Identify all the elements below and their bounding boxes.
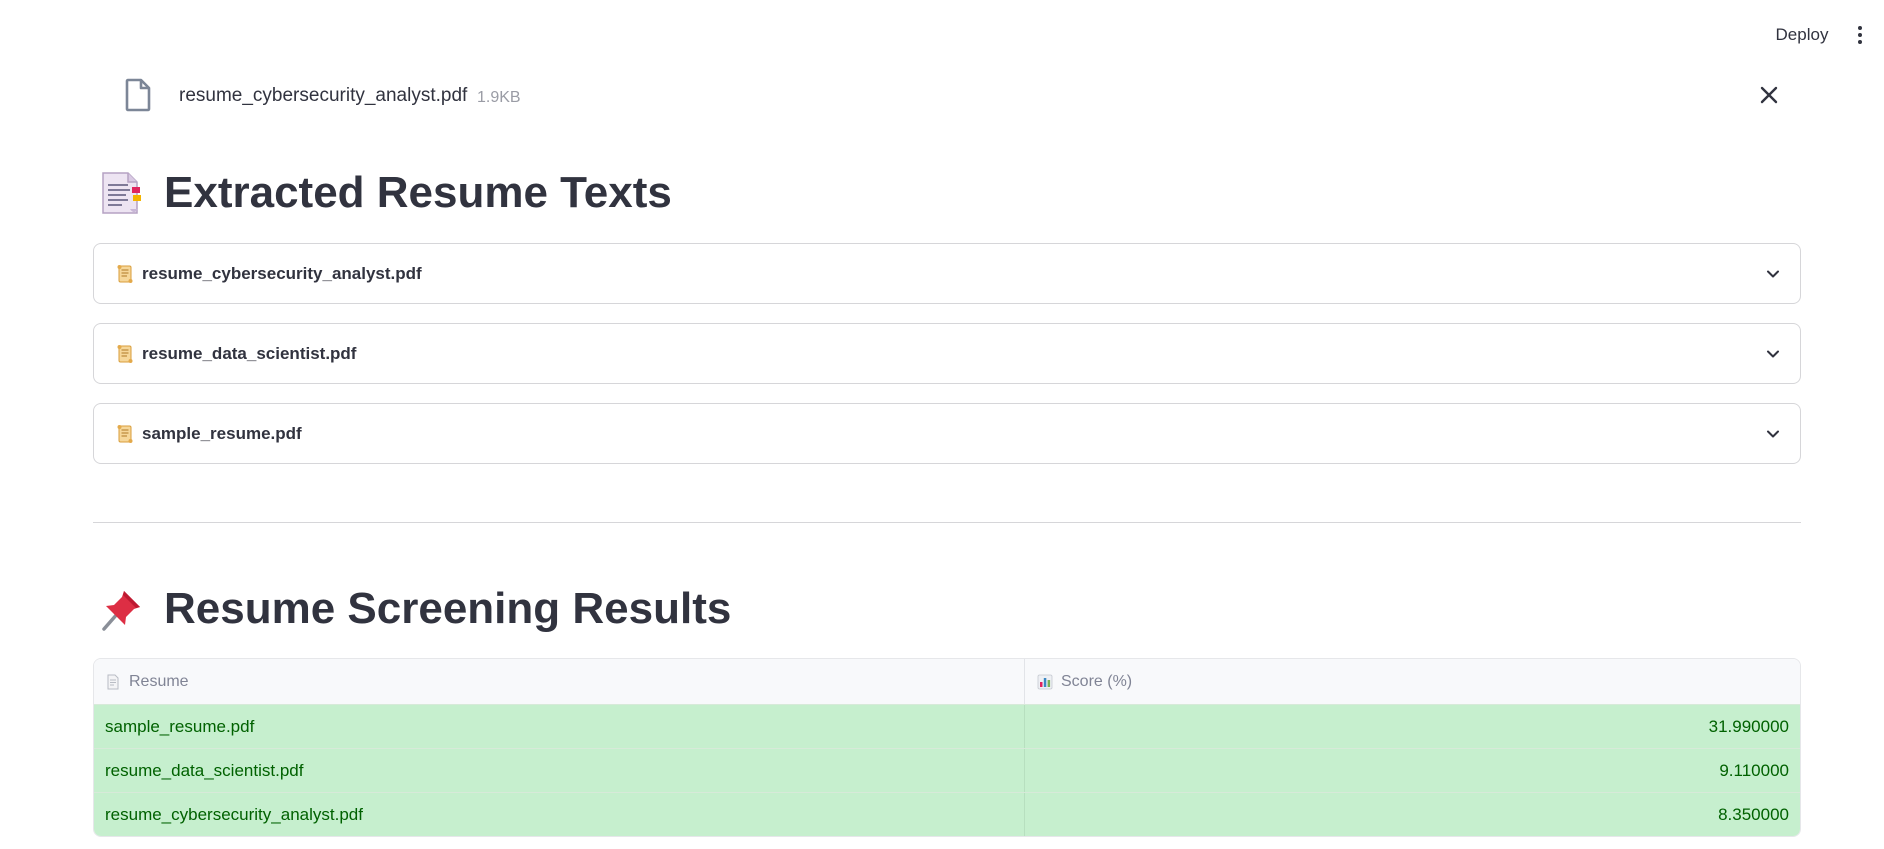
scroll-emoji [117, 345, 133, 363]
cell-score: 9.110000 [1719, 760, 1789, 780]
file-icon [125, 78, 151, 112]
expander-label: resume_cybersecurity_analyst.pdf [142, 264, 422, 283]
column-header-label: Score (%) [1061, 672, 1133, 690]
column-header-score[interactable]: Score (%) [1025, 659, 1800, 704]
uploaded-file-item: resume_cybersecurity_analyst.pdf 1.9KB [116, 70, 1786, 122]
table-row[interactable]: resume_cybersecurity_analyst.pdf 8.35000… [94, 792, 1800, 836]
pushpin-emoji [102, 591, 140, 631]
expander-label: resume_data_scientist.pdf [142, 344, 357, 363]
page-with-curl-emoji [102, 172, 141, 214]
expander-label: sample_resume.pdf [142, 424, 302, 443]
uploaded-file-size: 1.9KB [477, 89, 521, 106]
results-section-title: Resume Screening Results [164, 584, 732, 633]
page-facing-up-emoji [107, 674, 119, 689]
bar-chart-emoji [1037, 674, 1053, 689]
cell-resume: sample_resume.pdf [94, 705, 1025, 748]
uploaded-file-name: resume_cybersecurity_analyst.pdf [179, 85, 468, 106]
table-row[interactable]: resume_data_scientist.pdf 9.110000 [94, 748, 1800, 792]
cell-score: 8.350000 [1718, 804, 1789, 824]
column-header-resume[interactable]: Resume [94, 659, 1025, 704]
more-vertical-icon[interactable] [1850, 22, 1870, 48]
app-header: Deploy [0, 0, 1884, 68]
chevron-down-icon [1767, 270, 1779, 278]
table-header-row: Resume Score (%) [94, 659, 1800, 704]
extracted-section-heading: Extracted Resume Texts [98, 168, 672, 218]
expander-resume-data-scientist[interactable]: resume_data_scientist.pdf [93, 323, 1801, 384]
expander-sample-resume[interactable]: sample_resume.pdf [93, 403, 1801, 464]
close-icon[interactable] [1756, 82, 1782, 108]
column-header-label: Resume [129, 672, 189, 690]
cell-score: 31.990000 [1708, 716, 1789, 736]
cell-resume: resume_cybersecurity_analyst.pdf [94, 793, 1025, 836]
expander-resume-cybersecurity-analyst[interactable]: resume_cybersecurity_analyst.pdf [93, 243, 1801, 304]
deploy-button[interactable]: Deploy [1758, 22, 1846, 48]
scroll-emoji [117, 265, 133, 283]
menu-dot [1858, 26, 1862, 30]
menu-dot [1858, 40, 1862, 44]
scroll-emoji [117, 425, 133, 443]
extracted-section-title: Extracted Resume Texts [164, 168, 672, 217]
section-divider [93, 522, 1801, 523]
table-row[interactable]: sample_resume.pdf 31.990000 [94, 704, 1800, 748]
results-section-heading: Resume Screening Results [98, 584, 731, 634]
results-table[interactable]: Resume Score (%) sample_resume.pdf 31.99… [93, 658, 1801, 837]
cell-resume: resume_data_scientist.pdf [94, 749, 1025, 792]
chevron-down-icon [1767, 430, 1779, 438]
menu-dot [1858, 33, 1862, 37]
chevron-down-icon [1767, 350, 1779, 358]
